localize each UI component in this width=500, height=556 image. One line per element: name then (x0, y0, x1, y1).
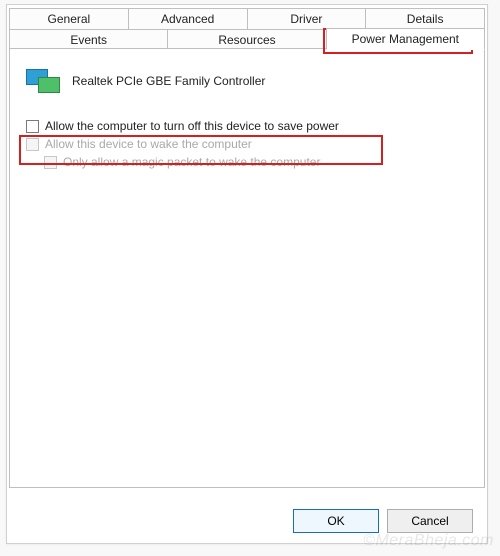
dialog-button-bar: OK Cancel (293, 509, 473, 533)
power-options-group: Allow the computer to turn off this devi… (26, 119, 472, 169)
label-magic-packet: Only allow a magic packet to wake the co… (63, 155, 320, 169)
option-allow-turn-off[interactable]: Allow the computer to turn off this devi… (26, 119, 472, 133)
checkbox-allow-turn-off[interactable] (26, 120, 39, 133)
tab-events[interactable]: Events (9, 29, 167, 50)
tab-page-power-management: Realtek PCIe GBE Family Controller Allow… (9, 48, 485, 488)
checkbox-magic-packet (44, 156, 57, 169)
tab-driver[interactable]: Driver (247, 8, 366, 29)
checkbox-allow-wake (26, 138, 39, 151)
label-allow-wake: Allow this device to wake the computer (45, 137, 252, 151)
properties-dialog: General Advanced Driver Details Events R… (6, 4, 488, 544)
tab-advanced[interactable]: Advanced (128, 8, 247, 29)
tab-resources[interactable]: Resources (167, 29, 325, 50)
device-name-label: Realtek PCIe GBE Family Controller (72, 74, 265, 88)
cancel-button[interactable]: Cancel (387, 509, 473, 533)
tab-strip: General Advanced Driver Details Events R… (7, 5, 487, 49)
tab-general[interactable]: General (9, 8, 128, 29)
option-allow-wake: Allow this device to wake the computer (26, 137, 472, 151)
network-adapter-icon (26, 67, 60, 95)
option-magic-packet: Only allow a magic packet to wake the co… (44, 155, 472, 169)
tab-details[interactable]: Details (365, 8, 485, 29)
ok-button[interactable]: OK (293, 509, 379, 533)
tab-power-management[interactable]: Power Management (326, 28, 485, 50)
label-allow-turn-off: Allow the computer to turn off this devi… (45, 119, 339, 133)
